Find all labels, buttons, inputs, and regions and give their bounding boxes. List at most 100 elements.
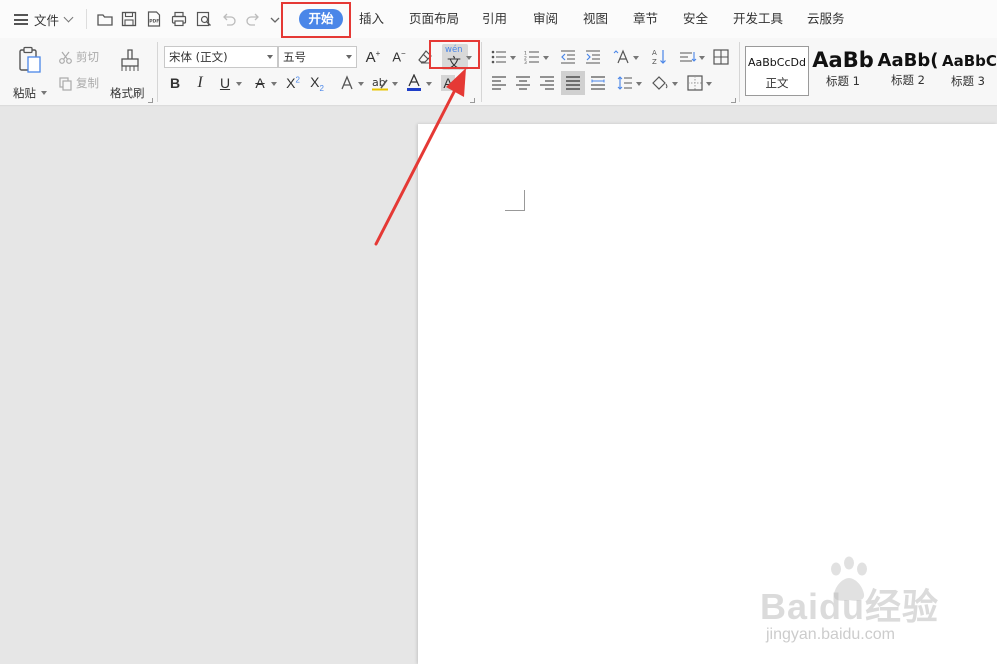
tab-insert[interactable]: 插入	[359, 11, 384, 27]
strikethrough-icon: A	[255, 75, 265, 91]
print-preview-icon[interactable]	[195, 10, 213, 28]
export-pdf-icon[interactable]: PDF	[145, 10, 163, 28]
paragraph-dialog-launcher[interactable]	[731, 98, 736, 103]
subscript-button[interactable]: X2	[306, 72, 328, 94]
style-heading-2[interactable]: AaBb( 标题 2	[876, 46, 940, 96]
tab-developer-tools[interactable]: 开发工具	[733, 11, 783, 27]
show-hide-dropdown-icon[interactable]	[699, 56, 705, 60]
bullet-list-icon	[491, 50, 506, 64]
distributed-align-button[interactable]	[587, 72, 609, 94]
change-case-icon	[613, 49, 629, 64]
line-spacing-icon	[617, 76, 632, 90]
strikethrough-dropdown-icon[interactable]	[271, 82, 277, 86]
redo-icon[interactable]	[244, 10, 262, 28]
strikethrough-button[interactable]: A	[249, 72, 271, 94]
underline-dropdown-icon[interactable]	[236, 82, 242, 86]
style-heading-1[interactable]: AaBb 标题 1	[811, 46, 875, 96]
align-center-button[interactable]	[512, 72, 534, 94]
clipboard-dialog-launcher[interactable]	[148, 98, 153, 103]
style-normal-sample: AaBbCcDd	[748, 56, 806, 69]
tab-page-layout[interactable]: 页面布局	[409, 11, 459, 27]
justify-button[interactable]	[561, 71, 585, 95]
numbering-button[interactable]: 123	[521, 46, 543, 68]
tab-cloud-services[interactable]: 云服务	[807, 11, 845, 27]
copy-icon	[59, 76, 72, 91]
increase-font-size-button[interactable]: A+	[362, 46, 384, 68]
table-layout-button[interactable]	[710, 46, 732, 68]
shading-dropdown-icon[interactable]	[672, 82, 678, 86]
decrease-indent-button[interactable]	[557, 46, 579, 68]
font-dialog-launcher[interactable]	[470, 98, 475, 103]
borders-dropdown-icon[interactable]	[706, 82, 712, 86]
align-center-icon	[516, 76, 530, 90]
line-spacing-dropdown-icon[interactable]	[636, 82, 642, 86]
bullets-dropdown-icon[interactable]	[510, 56, 516, 60]
highlight-button[interactable]: ab	[369, 72, 391, 94]
italic-button[interactable]: I	[189, 72, 211, 94]
decrease-font-size-button[interactable]: A−	[388, 46, 410, 68]
tab-chapter[interactable]: 章节	[633, 11, 658, 27]
text-effect-dropdown-icon[interactable]	[358, 82, 364, 86]
change-case-button[interactable]	[611, 46, 633, 68]
baidu-watermark: Baidu经验 jingyan.baidu.com	[760, 556, 990, 656]
paste-label: 粘贴	[13, 86, 36, 100]
bold-button[interactable]: B	[164, 72, 186, 94]
underline-button[interactable]: U	[214, 72, 236, 94]
font-size-select[interactable]: 五号	[278, 46, 357, 68]
style-heading-3-sample: AaBbC	[942, 52, 997, 70]
undo-icon[interactable]	[220, 10, 238, 28]
format-painter-button[interactable]: 格式刷	[109, 46, 151, 102]
align-right-button[interactable]	[536, 72, 558, 94]
tab-review[interactable]: 审阅	[533, 11, 558, 27]
copy-button[interactable]: 复制	[58, 75, 99, 91]
align-right-icon	[540, 76, 554, 90]
style-normal[interactable]: AaBbCcDd 正文	[745, 46, 809, 96]
customize-toolbar-icon[interactable]	[268, 10, 282, 28]
tab-view[interactable]: 视图	[583, 11, 608, 27]
paste-button[interactable]: 粘贴	[10, 46, 50, 102]
ribbon-toolbar: 粘贴 剪切 复制 格式刷 宋体 (正文) 五号 A+ A− wén 文 B I …	[0, 38, 997, 106]
superscript-button[interactable]: X2	[282, 72, 304, 94]
borders-button[interactable]	[684, 72, 706, 94]
font-name-value: 宋体 (正文)	[169, 50, 228, 64]
line-spacing-button[interactable]	[614, 72, 636, 94]
numbering-dropdown-icon[interactable]	[543, 56, 549, 60]
paste-icon	[19, 46, 41, 73]
sort-az-icon: AZ	[652, 49, 666, 66]
highlighter-icon: ab	[372, 76, 388, 91]
cut-button[interactable]: 剪切	[58, 49, 99, 65]
chevron-down-icon	[63, 12, 74, 23]
increase-indent-button[interactable]	[582, 46, 604, 68]
italic-icon: I	[197, 74, 203, 91]
table-grid-icon	[713, 49, 729, 65]
distributed-align-icon	[591, 76, 605, 90]
print-icon[interactable]	[170, 10, 188, 28]
bullets-button[interactable]	[488, 46, 510, 68]
align-left-button[interactable]	[488, 72, 510, 94]
highlight-dropdown-icon[interactable]	[392, 82, 398, 86]
font-color-dropdown-icon[interactable]	[426, 82, 432, 86]
text-effect-icon	[341, 75, 353, 90]
font-name-select[interactable]: 宋体 (正文)	[164, 46, 278, 68]
style-heading-1-sample: AaBb	[812, 48, 874, 72]
style-heading-2-name: 标题 2	[891, 73, 925, 87]
change-case-dropdown-icon[interactable]	[633, 56, 639, 60]
shading-button[interactable]	[649, 72, 671, 94]
paint-bucket-icon	[652, 76, 668, 90]
tab-references[interactable]: 引用	[482, 11, 507, 27]
save-icon[interactable]	[120, 10, 138, 28]
style-heading-3[interactable]: AaBbC 标题 3	[941, 46, 997, 96]
open-folder-icon[interactable]	[96, 10, 114, 28]
svg-text:ab: ab	[372, 76, 386, 89]
align-left-icon	[492, 76, 506, 90]
justify-icon	[566, 76, 580, 90]
file-menu-button[interactable]: 文件	[14, 10, 74, 29]
tab-security[interactable]: 安全	[683, 11, 708, 27]
character-shading-button[interactable]: A	[437, 72, 459, 94]
font-color-button[interactable]	[403, 72, 425, 94]
show-hide-marks-button[interactable]	[677, 46, 699, 68]
text-effect-button[interactable]	[336, 72, 358, 94]
paste-dropdown-icon	[41, 91, 47, 95]
indent-icon	[586, 50, 600, 64]
sort-button[interactable]: AZ	[648, 46, 670, 68]
